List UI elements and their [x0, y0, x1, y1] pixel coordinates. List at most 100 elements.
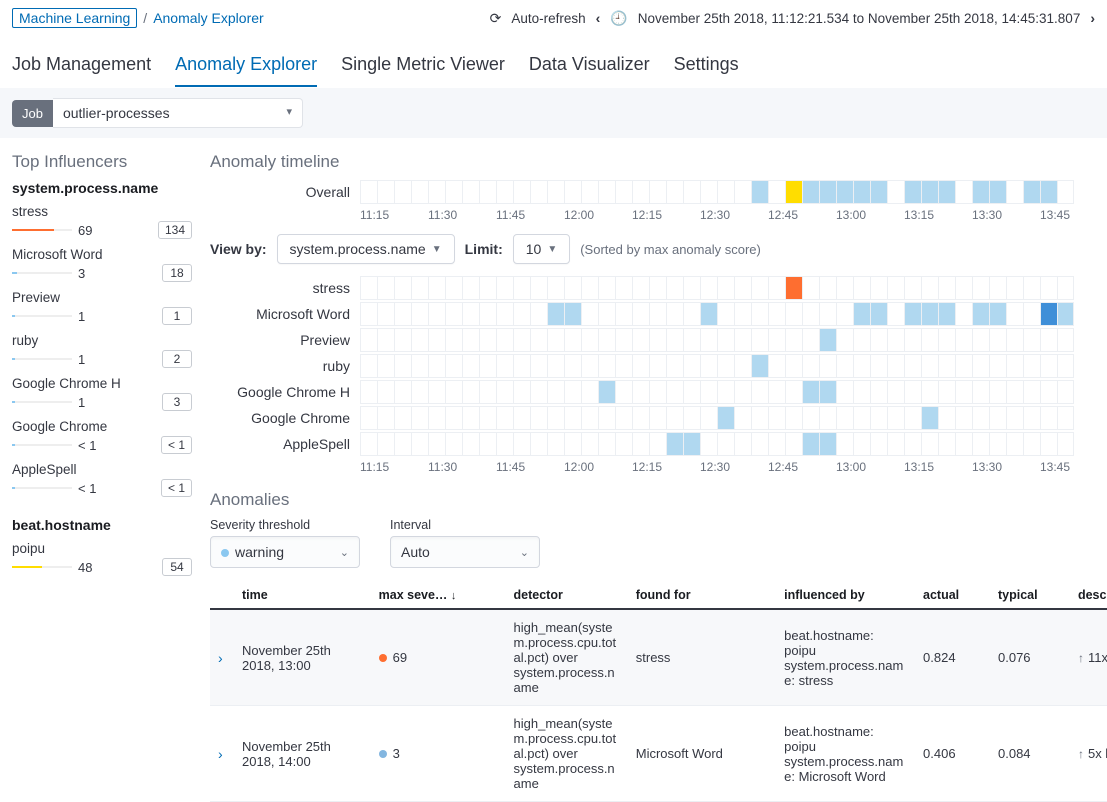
- timeline-cell[interactable]: [819, 276, 836, 300]
- timeline-cell[interactable]: [377, 328, 394, 352]
- timeline-cell[interactable]: [785, 302, 802, 326]
- timeline-cell[interactable]: [1023, 302, 1040, 326]
- timeline-cell[interactable]: [836, 180, 853, 204]
- timeline-cell[interactable]: [598, 302, 615, 326]
- timeline-cell[interactable]: [377, 276, 394, 300]
- timeline-cell[interactable]: [564, 380, 581, 404]
- timeline-cell[interactable]: [598, 354, 615, 378]
- timeline-cell[interactable]: [1057, 276, 1074, 300]
- timeline-cell[interactable]: [1006, 432, 1023, 456]
- timeline-cell[interactable]: [615, 432, 632, 456]
- timeline-cell[interactable]: [428, 406, 445, 430]
- timeline-cell[interactable]: [1057, 380, 1074, 404]
- timeline-cell[interactable]: [581, 380, 598, 404]
- timeline-cell[interactable]: [904, 328, 921, 352]
- timeline-cell[interactable]: [411, 432, 428, 456]
- timeline-cell[interactable]: [479, 432, 496, 456]
- timeline-cell[interactable]: [564, 432, 581, 456]
- timeline-cell[interactable]: [462, 406, 479, 430]
- timeline-cell[interactable]: [683, 432, 700, 456]
- timeline-cell[interactable]: [632, 406, 649, 430]
- timeline-cell[interactable]: [785, 354, 802, 378]
- timeline-cell[interactable]: [904, 432, 921, 456]
- timeline-cell[interactable]: [819, 354, 836, 378]
- timeline-cell[interactable]: [445, 406, 462, 430]
- timeline-cell[interactable]: [717, 380, 734, 404]
- influencer-item[interactable]: stress 69 134: [12, 204, 192, 239]
- timeline-cell[interactable]: [666, 302, 683, 326]
- timeline-cell[interactable]: [734, 406, 751, 430]
- timeline-cell[interactable]: [479, 406, 496, 430]
- timeline-cell[interactable]: [785, 180, 802, 204]
- influencer-item[interactable]: Google Chrome H 1 3: [12, 376, 192, 411]
- timeline-cell[interactable]: [564, 180, 581, 204]
- timeline-cell[interactable]: [717, 180, 734, 204]
- timeline-cell[interactable]: [598, 328, 615, 352]
- timeline-cell[interactable]: [1040, 302, 1057, 326]
- auto-refresh-label[interactable]: Auto-refresh: [511, 11, 585, 26]
- timeline-cell[interactable]: [734, 380, 751, 404]
- timeline-cell[interactable]: [1006, 406, 1023, 430]
- timeline-cell[interactable]: [870, 180, 887, 204]
- timeline-cell[interactable]: [1040, 354, 1057, 378]
- timeline-cell[interactable]: [666, 380, 683, 404]
- timeline-cell[interactable]: [462, 380, 479, 404]
- timeline-cell[interactable]: [887, 328, 904, 352]
- timeline-cell[interactable]: [496, 406, 513, 430]
- timeline-cell[interactable]: [632, 354, 649, 378]
- influencer-item[interactable]: Preview 1 1: [12, 290, 192, 325]
- timeline-cell[interactable]: [632, 380, 649, 404]
- timeline-cell[interactable]: [938, 432, 955, 456]
- timeline-cell[interactable]: [819, 180, 836, 204]
- timeline-cell[interactable]: [853, 380, 870, 404]
- timeline-cell[interactable]: [581, 180, 598, 204]
- timeline-cell[interactable]: [1057, 354, 1074, 378]
- swimlane-label[interactable]: Microsoft Word: [210, 306, 360, 322]
- timeline-cell[interactable]: [683, 406, 700, 430]
- timeline-cell[interactable]: [530, 302, 547, 326]
- timeline-cell[interactable]: [921, 302, 938, 326]
- timeline-cell[interactable]: [785, 380, 802, 404]
- timeline-cell[interactable]: [547, 302, 564, 326]
- timeline-cell[interactable]: [819, 328, 836, 352]
- timeline-cell[interactable]: [530, 380, 547, 404]
- timeline-cell[interactable]: [904, 380, 921, 404]
- timeline-cell[interactable]: [1023, 380, 1040, 404]
- timeline-cell[interactable]: [394, 302, 411, 326]
- timeline-cell[interactable]: [819, 380, 836, 404]
- timeline-cell[interactable]: [649, 302, 666, 326]
- timeline-cell[interactable]: [955, 302, 972, 326]
- timeline-cell[interactable]: [938, 328, 955, 352]
- timeline-cell[interactable]: [717, 276, 734, 300]
- timeline-cell[interactable]: [921, 180, 938, 204]
- timeline-cell[interactable]: [530, 276, 547, 300]
- timeline-cell[interactable]: [581, 432, 598, 456]
- timeline-cell[interactable]: [853, 406, 870, 430]
- timeline-cell[interactable]: [734, 180, 751, 204]
- timeline-cell[interactable]: [802, 354, 819, 378]
- timeline-cell[interactable]: [802, 328, 819, 352]
- timeline-cell[interactable]: [666, 328, 683, 352]
- timeline-cell[interactable]: [887, 406, 904, 430]
- timeline-cell[interactable]: [785, 328, 802, 352]
- swimlane-cells[interactable]: [360, 302, 1107, 326]
- timeline-cell[interactable]: [428, 302, 445, 326]
- timeline-cell[interactable]: [921, 406, 938, 430]
- timeline-cell[interactable]: [513, 432, 530, 456]
- timeline-cell[interactable]: [479, 328, 496, 352]
- expand-row-icon[interactable]: ›: [218, 746, 223, 762]
- timeline-cell[interactable]: [547, 432, 564, 456]
- timeline-cell[interactable]: [1023, 180, 1040, 204]
- timeline-cell[interactable]: [751, 302, 768, 326]
- timeline-cell[interactable]: [377, 432, 394, 456]
- timeline-cell[interactable]: [683, 354, 700, 378]
- timeline-cell[interactable]: [649, 380, 666, 404]
- col-typical[interactable]: typical: [990, 582, 1070, 609]
- timeline-cell[interactable]: [751, 380, 768, 404]
- timeline-cell[interactable]: [785, 406, 802, 430]
- timeline-cell[interactable]: [632, 180, 649, 204]
- timeline-cell[interactable]: [411, 276, 428, 300]
- timeline-cell[interactable]: [734, 432, 751, 456]
- timeline-cell[interactable]: [445, 180, 462, 204]
- timeline-cell[interactable]: [751, 406, 768, 430]
